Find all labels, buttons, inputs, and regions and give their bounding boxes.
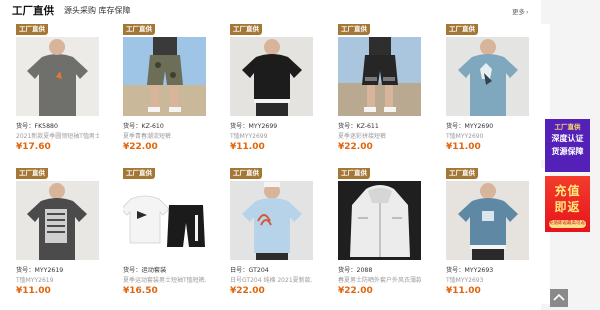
product-card[interactable]: 工厂直供 货号：KZ-610 夏季青春潮流短裤 ¥22.00 xyxy=(123,24,227,160)
product-price: ¥22.00 xyxy=(123,142,158,152)
product-desc: 夏季迷彩拼接短裤 xyxy=(338,133,387,140)
factory-badge: 工厂直供 xyxy=(446,24,478,35)
factory-badge: 工厂直供 xyxy=(16,168,48,179)
product-price: ¥22.00 xyxy=(230,286,265,296)
product-code: 货号：MYY2690 xyxy=(446,123,494,130)
product-card[interactable]: 工厂直供 货号：2088 春夏男士防晒外套户外风衣薄款… ¥22.00 xyxy=(338,168,442,304)
product-price: ¥22.00 xyxy=(338,142,373,152)
product-desc: 春夏男士防晒外套户外风衣薄款… xyxy=(338,277,421,284)
product-desc: T恤MYY2619 xyxy=(16,277,54,284)
product-card[interactable]: 工厂直供 货号：FK5880 2021新款夏季圆领短袖T恤男士… ¥17.60 xyxy=(16,24,120,160)
product-image xyxy=(230,181,313,260)
recharge-tag: 充值即返最高可返12% xyxy=(549,220,586,228)
recharge-line1: 充值 xyxy=(554,184,581,198)
factory-badge: 工厂直供 xyxy=(16,24,48,35)
product-price: ¥11.00 xyxy=(446,286,481,296)
product-desc: T恤MYY2699 xyxy=(230,133,268,140)
factory-badge: 工厂直供 xyxy=(446,168,478,179)
product-image xyxy=(446,181,529,260)
chevron-right-icon: › xyxy=(526,8,529,16)
arrow-up-icon xyxy=(553,293,565,301)
side-banner-top-label: 工厂直供 xyxy=(554,123,581,131)
product-desc: 夏季运动套装男士短袖T恤短裤… xyxy=(123,277,206,284)
product-code: 货号：MYY2619 xyxy=(16,267,64,274)
more-link[interactable]: 更多› xyxy=(512,6,529,16)
side-banner-recharge[interactable]: 充值 即返 充值即返最高可返12% xyxy=(545,176,590,232)
more-label: 更多 xyxy=(512,8,525,16)
back-to-top-button[interactable] xyxy=(550,289,568,307)
product-card[interactable]: 工厂直供 货号：MYY2690 T恤MYY2690 ¥11.00 xyxy=(446,24,550,160)
product-card[interactable]: 工厂直供 货号：运动套装 夏季运动套装男士短袖T恤短裤… ¥16.50 xyxy=(123,168,227,304)
side-banner-line2: 货源保障 xyxy=(551,147,584,156)
product-code: 货号：FK5880 xyxy=(16,123,58,130)
factory-badge: 工厂直供 xyxy=(230,24,262,35)
product-image xyxy=(338,37,421,116)
product-price: ¥11.00 xyxy=(16,286,51,296)
product-price: ¥11.00 xyxy=(446,142,481,152)
product-desc: T恤MYY2690 xyxy=(446,133,484,140)
product-desc: 2021新款夏季圆领短袖T恤男士… xyxy=(16,133,99,140)
factory-direct-section: 工厂直供 源头采购 库存保障 更多› 工厂直供 货号：FK5880 2021新款… xyxy=(0,0,550,310)
product-code: 货号：MYY2693 xyxy=(446,267,494,274)
product-code: 货号：运动套装 xyxy=(123,267,167,274)
factory-badge: 工厂直供 xyxy=(338,24,370,35)
product-price: ¥17.60 xyxy=(16,142,51,152)
product-desc: 日号GT204 纯棉 2021夏新款… xyxy=(230,277,313,284)
product-image xyxy=(16,181,99,260)
side-banner-line1: 深度认证 xyxy=(551,134,584,143)
product-card[interactable]: 工厂直供 货号：KZ-611 夏季迷彩拼接短裤 ¥22.00 xyxy=(338,24,442,160)
product-code: 货号：MYY2699 xyxy=(230,123,278,130)
product-image xyxy=(16,37,99,116)
product-image xyxy=(123,181,206,260)
product-code: 货号：KZ-610 xyxy=(123,123,164,130)
section-subtitle: 源头采购 库存保障 xyxy=(64,6,131,15)
product-desc: 夏季青春潮流短裤 xyxy=(123,133,172,140)
factory-badge: 工厂直供 xyxy=(123,24,155,35)
product-desc: T恤MYY2693 xyxy=(446,277,484,284)
product-card[interactable]: 工厂直供 货号：MYY2699 T恤MYY2699 ¥11.00 xyxy=(230,24,334,160)
recharge-line2: 即返 xyxy=(554,200,581,214)
product-price: ¥11.00 xyxy=(230,142,265,152)
factory-badge: 工厂直供 xyxy=(338,168,370,179)
product-image xyxy=(446,37,529,116)
product-code: 日号：GT204 xyxy=(230,267,269,274)
product-image xyxy=(230,37,313,116)
product-card[interactable]: 工厂直供 货号：MYY2693 T恤MYY2693 ¥11.00 xyxy=(446,168,550,304)
product-image xyxy=(338,181,421,260)
product-code: 货号：KZ-611 xyxy=(338,123,379,130)
product-price: ¥22.00 xyxy=(338,286,373,296)
product-card[interactable]: 工厂直供 日号：GT204 日号GT204 纯棉 2021夏新款… ¥22.00 xyxy=(230,168,334,304)
side-banner-certified[interactable]: 工厂直供 深度认证 货源保障 xyxy=(545,119,590,172)
factory-badge: 工厂直供 xyxy=(230,168,262,179)
section-title: 工厂直供 xyxy=(12,5,54,17)
product-image xyxy=(123,37,206,116)
factory-badge: 工厂直供 xyxy=(123,168,155,179)
section-header: 工厂直供 源头采购 库存保障 更多› xyxy=(0,0,541,22)
product-card[interactable]: 工厂直供 货号：MYY2619 T恤MYY2619 ¥11.00 xyxy=(16,168,120,304)
product-price: ¥16.50 xyxy=(123,286,158,296)
product-code: 货号：2088 xyxy=(338,267,373,274)
